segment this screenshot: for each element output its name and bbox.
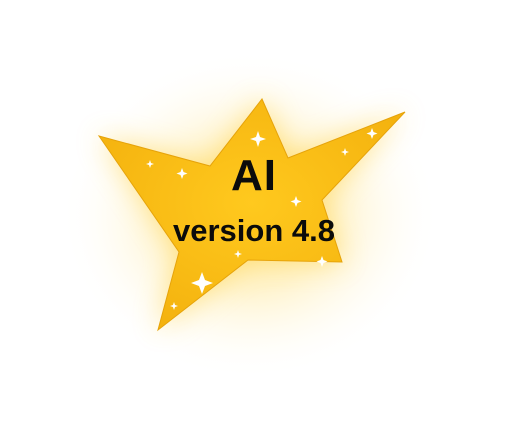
splash-screen: AI version 4.8 xyxy=(0,0,508,431)
app-title: AI xyxy=(231,151,277,200)
version-label: version 4.8 xyxy=(173,213,335,248)
